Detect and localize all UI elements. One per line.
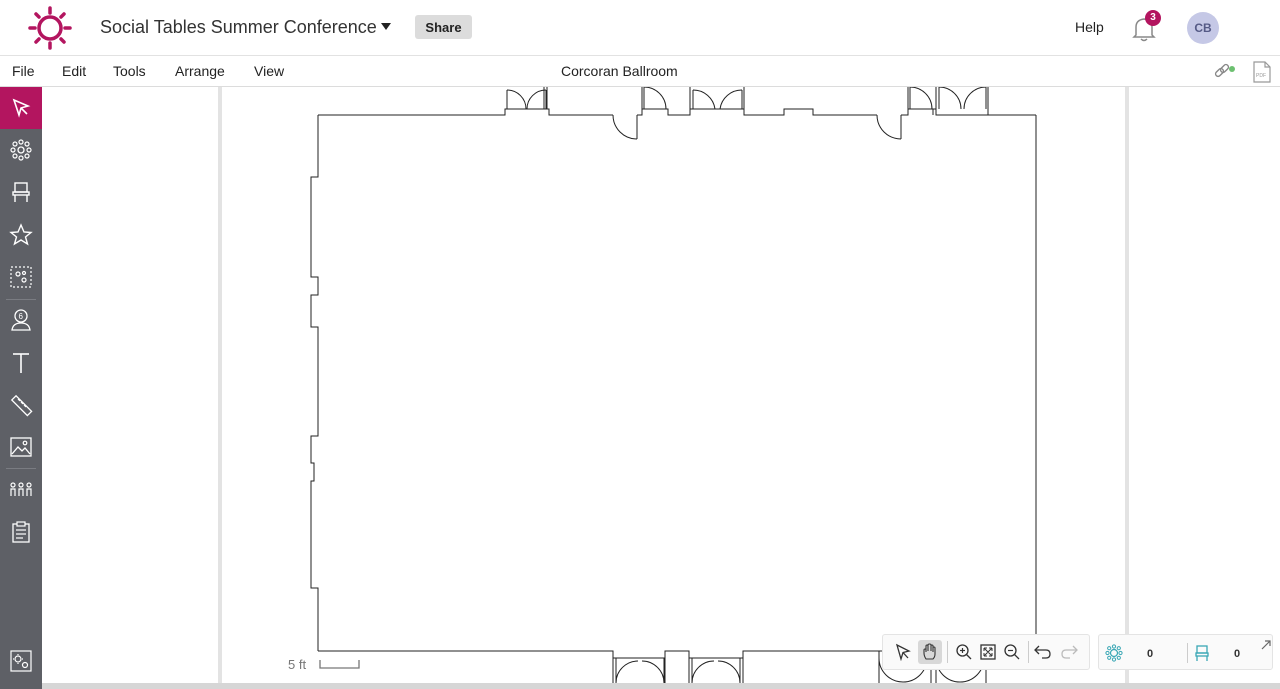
toolbar-divider bbox=[947, 641, 948, 663]
menu-edit[interactable]: Edit bbox=[62, 63, 86, 79]
social-tables-logo-icon[interactable] bbox=[28, 6, 72, 50]
undo-icon bbox=[1034, 645, 1051, 659]
chair-count: 0 bbox=[1234, 648, 1241, 660]
image-tool[interactable] bbox=[0, 426, 42, 468]
chair-icon bbox=[12, 182, 30, 202]
chair-count-icon bbox=[1195, 645, 1209, 661]
pointer-icon bbox=[895, 643, 911, 661]
horizontal-scrollbar[interactable] bbox=[42, 683, 1280, 689]
tool-sidebar: 6 bbox=[0, 87, 42, 689]
zoom-in-icon bbox=[956, 644, 972, 660]
redo-button[interactable] bbox=[1058, 640, 1082, 664]
clipboard-icon bbox=[12, 521, 30, 543]
fit-icon bbox=[980, 644, 996, 660]
pdf-icon[interactable]: PDF bbox=[1250, 61, 1274, 83]
select-icon bbox=[12, 98, 31, 118]
menu-file[interactable]: File bbox=[12, 63, 35, 79]
scale-bar-icon bbox=[319, 660, 360, 669]
clipboard-tool[interactable] bbox=[0, 511, 42, 553]
table-count: 0 bbox=[1147, 648, 1154, 660]
zoom-out-button[interactable] bbox=[1000, 640, 1024, 664]
zoom-out-icon bbox=[1004, 644, 1020, 660]
text-icon bbox=[13, 353, 29, 373]
notification-badge: 3 bbox=[1145, 10, 1161, 26]
table-count-icon bbox=[1105, 644, 1123, 662]
star-icon bbox=[9, 223, 33, 246]
group-icon bbox=[10, 266, 32, 288]
counts-divider bbox=[1187, 643, 1188, 663]
ballroom-floorplan[interactable] bbox=[42, 87, 1280, 683]
menu-arrange[interactable]: Arrange bbox=[175, 63, 225, 79]
view-toolbar bbox=[882, 634, 1090, 670]
select-tool[interactable] bbox=[0, 87, 42, 129]
event-title[interactable]: Social Tables Summer Conference bbox=[100, 17, 377, 38]
share-button[interactable]: Share bbox=[415, 15, 472, 39]
guest-tool[interactable]: 6 bbox=[0, 299, 42, 341]
item-counts-panel: 0 0 bbox=[1098, 634, 1273, 670]
zoom-in-button[interactable] bbox=[952, 640, 976, 664]
menu-view[interactable]: View bbox=[254, 63, 284, 79]
undo-button[interactable] bbox=[1030, 640, 1054, 664]
measure-icon bbox=[10, 394, 33, 417]
menu-tools[interactable]: Tools bbox=[113, 63, 146, 79]
fit-to-screen-button[interactable] bbox=[976, 640, 1000, 664]
table-tool[interactable] bbox=[0, 129, 42, 171]
hand-mode-button[interactable] bbox=[918, 640, 942, 664]
settings-tool[interactable] bbox=[0, 640, 42, 682]
hand-icon bbox=[923, 643, 936, 660]
text-tool[interactable] bbox=[0, 342, 42, 384]
svg-text:PDF: PDF bbox=[1256, 73, 1266, 79]
chair-tool[interactable] bbox=[0, 171, 42, 213]
link-icon[interactable] bbox=[1212, 61, 1236, 83]
table-icon bbox=[10, 139, 32, 161]
top-bar: Social Tables Summer Conference Share He… bbox=[0, 0, 1280, 56]
room-name[interactable]: Corcoran Ballroom bbox=[561, 63, 678, 79]
expand-icon[interactable] bbox=[1260, 639, 1272, 651]
menu-bar: File Edit Tools Arrange View Corcoran Ba… bbox=[0, 56, 1280, 87]
guest-icon: 6 bbox=[11, 309, 31, 331]
guest-count-badge: 6 bbox=[19, 312, 24, 321]
group-tool[interactable] bbox=[0, 256, 42, 298]
help-link[interactable]: Help bbox=[1075, 19, 1104, 35]
user-avatar[interactable]: CB bbox=[1187, 12, 1219, 44]
settings-icon bbox=[10, 650, 32, 672]
image-icon bbox=[10, 437, 32, 457]
caret-down-icon[interactable] bbox=[380, 22, 392, 32]
scale-label: 5 ft bbox=[288, 657, 307, 672]
floorplan-canvas[interactable] bbox=[42, 87, 1280, 683]
people-tool[interactable] bbox=[0, 469, 42, 511]
pointer-mode-button[interactable] bbox=[891, 640, 915, 664]
people-icon bbox=[10, 482, 32, 496]
redo-icon bbox=[1061, 645, 1078, 659]
measure-tool[interactable] bbox=[0, 384, 42, 426]
toolbar-divider bbox=[1028, 641, 1029, 663]
favorites-tool[interactable] bbox=[0, 214, 42, 256]
